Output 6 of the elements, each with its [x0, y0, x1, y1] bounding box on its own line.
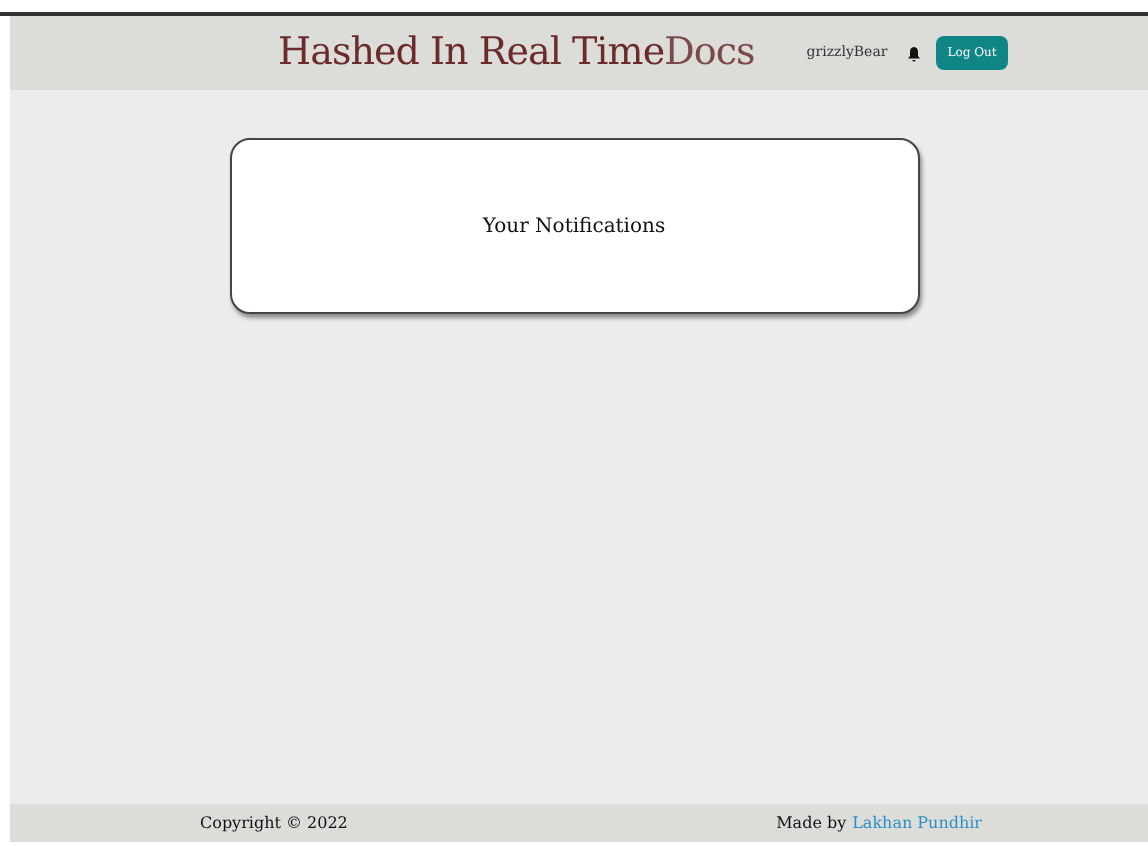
- copyright-text: Copyright © 2022: [200, 811, 348, 835]
- site-title[interactable]: Hashed In Real TimeDocs: [278, 34, 755, 72]
- author-link[interactable]: Lakhan Pundhir: [852, 811, 982, 835]
- made-by-text: Made by: [776, 811, 847, 835]
- bell-icon[interactable]: [907, 45, 920, 61]
- card-heading: Your Notifications: [482, 213, 666, 241]
